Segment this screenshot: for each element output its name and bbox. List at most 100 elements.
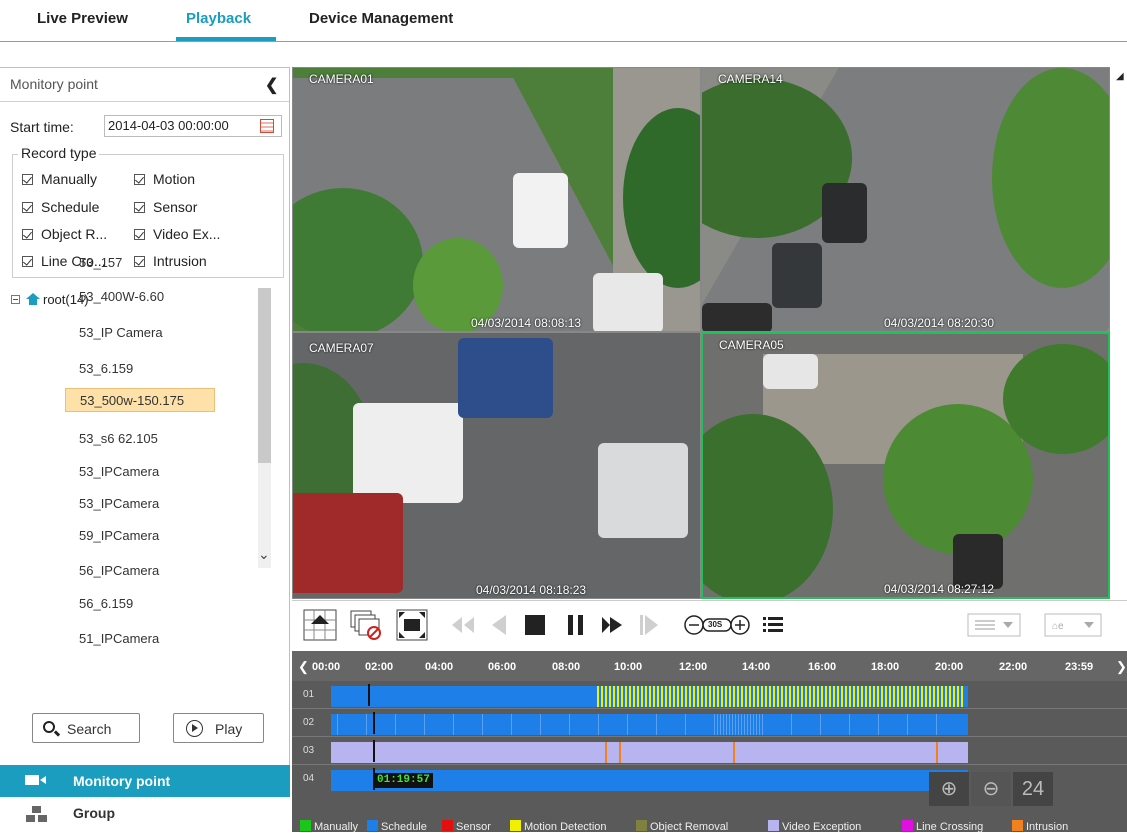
list-icon[interactable] bbox=[762, 615, 784, 635]
tab-playback[interactable]: Playback bbox=[186, 10, 251, 27]
tree-item[interactable]: 53_500w-150.175 bbox=[65, 388, 215, 412]
event-mark bbox=[801, 686, 803, 707]
checkbox-schedule[interactable]: Schedule bbox=[22, 199, 99, 215]
legend-item: Motion Detection bbox=[510, 820, 607, 832]
checkbox-object-removal[interactable]: Object R... bbox=[22, 226, 107, 242]
event-mark bbox=[745, 686, 747, 707]
collapse-tree-icon[interactable] bbox=[11, 295, 20, 304]
zoom-in-button[interactable]: ⊕ bbox=[929, 772, 969, 806]
playhead[interactable] bbox=[368, 684, 370, 706]
camera-view-2[interactable]: CAMERA14 04/03/2014 08:20:30 bbox=[701, 67, 1110, 332]
nav-monitory-point-label: Monitory point bbox=[73, 773, 171, 789]
checkbox-motion[interactable]: Motion bbox=[134, 171, 195, 187]
checkbox-sensor[interactable]: Sensor bbox=[134, 199, 197, 215]
event-mark bbox=[750, 714, 751, 735]
tree-item[interactable]: 51_IPCamera bbox=[65, 627, 215, 651]
tree-item[interactable]: 56_IPCamera bbox=[65, 559, 215, 583]
stop-all-icon[interactable] bbox=[350, 609, 384, 641]
checkbox-icon bbox=[134, 174, 145, 185]
event-mark bbox=[861, 686, 863, 707]
tree-item[interactable]: 56_6.159 bbox=[65, 592, 215, 616]
rewind-icon[interactable] bbox=[450, 613, 476, 637]
chevron-left-icon[interactable]: ❮ bbox=[298, 659, 309, 675]
event-mark bbox=[873, 686, 875, 707]
event-mark bbox=[936, 714, 937, 735]
event-mark bbox=[797, 686, 799, 707]
checkbox-manually[interactable]: Manually bbox=[22, 171, 97, 187]
timeline-tick: 02:00 bbox=[365, 661, 394, 673]
event-mark bbox=[907, 714, 908, 735]
event-mark bbox=[941, 686, 943, 707]
legend-swatch bbox=[367, 820, 378, 831]
step-back-icon[interactable] bbox=[488, 613, 508, 637]
event-mark bbox=[845, 686, 847, 707]
event-mark bbox=[657, 686, 659, 707]
legend-label: Schedule bbox=[381, 821, 427, 832]
event-mark bbox=[909, 686, 911, 707]
tree-item[interactable]: 59_IPCamera bbox=[65, 524, 215, 548]
event-mark bbox=[681, 686, 683, 707]
pause-icon[interactable] bbox=[566, 614, 586, 636]
playhead[interactable] bbox=[373, 740, 375, 762]
start-time-input[interactable]: 2014-04-03 00:00:00 bbox=[104, 115, 282, 137]
timeline-tick: 23:59 bbox=[1065, 661, 1094, 673]
event-mark bbox=[669, 686, 671, 707]
start-time-label: Start time: bbox=[10, 119, 74, 135]
tab-live-preview[interactable]: Live Preview bbox=[37, 10, 128, 27]
tab-device-management[interactable]: Device Management bbox=[309, 10, 453, 27]
chevron-down-icon[interactable]: ⌄ bbox=[258, 546, 270, 563]
tree-item[interactable]: 53_IPCamera bbox=[65, 492, 215, 516]
tree-item[interactable]: 53_400W-6.60 bbox=[65, 285, 215, 309]
tree-item[interactable]: 53_IPCamera bbox=[65, 460, 215, 484]
search-button[interactable]: Search bbox=[32, 713, 140, 743]
checkbox-video-exception[interactable]: Video Ex... bbox=[134, 226, 220, 242]
event-mark bbox=[729, 714, 730, 735]
digital-zoom-dropdown[interactable]: ⌂e bbox=[1044, 613, 1102, 637]
event-mark bbox=[913, 686, 915, 707]
play-button[interactable]: Play bbox=[173, 713, 264, 743]
fast-forward-icon[interactable] bbox=[600, 613, 626, 637]
nav-monitory-point[interactable]: Monitory point bbox=[0, 765, 290, 797]
split-screen-icon[interactable] bbox=[303, 609, 337, 641]
timeline-tick: 06:00 bbox=[488, 661, 517, 673]
timeline-row-1[interactable]: 01 bbox=[292, 682, 1127, 709]
calendar-icon[interactable] bbox=[260, 119, 274, 133]
legend-swatch bbox=[768, 820, 779, 831]
image-adjust-dropdown[interactable] bbox=[967, 613, 1021, 637]
checkbox-label: Motion bbox=[153, 171, 196, 187]
nav-group[interactable]: Group bbox=[0, 797, 290, 833]
tree-item[interactable]: 53_157 bbox=[65, 251, 215, 275]
camera-view-1[interactable]: CAMERA01 04/03/2014 08:08:13 bbox=[292, 67, 701, 332]
event-mark bbox=[744, 714, 745, 735]
event-mark bbox=[613, 686, 615, 707]
event-mark bbox=[762, 714, 763, 735]
chevron-right-icon[interactable]: ❯ bbox=[1116, 659, 1127, 675]
timeline-tick: 10:00 bbox=[614, 661, 643, 673]
checkbox-label: Object R... bbox=[41, 226, 108, 242]
zoom-level: 24 bbox=[1013, 772, 1053, 806]
stop-icon[interactable] bbox=[524, 614, 546, 636]
event-mark bbox=[737, 686, 739, 707]
camera-timestamp: 04/03/2014 08:08:13 bbox=[471, 316, 582, 330]
event-mark bbox=[933, 686, 935, 707]
legend-item: Schedule bbox=[367, 820, 427, 832]
step-forward-icon[interactable] bbox=[638, 613, 660, 637]
timeline-row-2[interactable]: 02 bbox=[292, 710, 1127, 737]
tree-item[interactable]: 53_6.159 bbox=[65, 357, 215, 381]
car bbox=[953, 534, 1003, 589]
tree-item[interactable]: 53_IP Camera bbox=[65, 321, 215, 345]
checkbox-icon bbox=[22, 174, 33, 185]
fullscreen-icon[interactable] bbox=[396, 609, 428, 641]
playhead[interactable] bbox=[373, 768, 375, 790]
legend-swatch bbox=[442, 820, 453, 831]
camera-view-4[interactable]: CAMERA05 04/03/2014 08:27:12 bbox=[701, 332, 1110, 599]
playhead[interactable] bbox=[373, 712, 375, 734]
collapse-icon[interactable]: ❮ bbox=[265, 75, 278, 95]
camera-view-3[interactable]: CAMERA07 04/03/2014 08:18:23 bbox=[292, 332, 701, 599]
event-mark bbox=[645, 686, 647, 707]
scrollbar-thumb[interactable] bbox=[258, 288, 271, 463]
timeline-row-3[interactable]: 03 bbox=[292, 738, 1127, 765]
tree-item[interactable]: 53_s6 62.105 bbox=[65, 427, 215, 451]
zoom-out-button[interactable]: ⊖ bbox=[971, 772, 1011, 806]
legend-swatch bbox=[1012, 820, 1023, 831]
